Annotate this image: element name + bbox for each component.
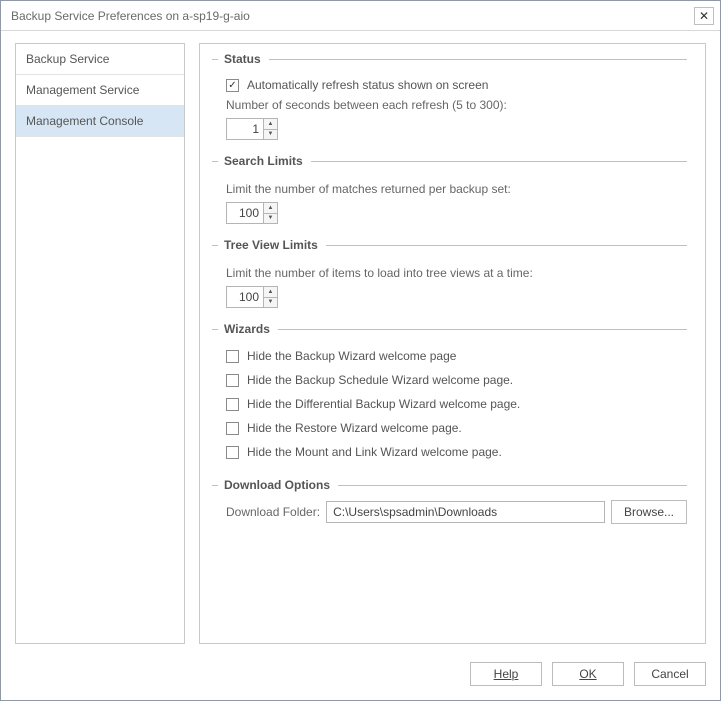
dialog-body: Backup Service Management Service Manage… [1,31,720,652]
window-title: Backup Service Preferences on a-sp19-g-a… [11,9,250,23]
refresh-interval-input[interactable] [227,119,263,139]
refresh-interval-label: Number of seconds between each refresh (… [226,98,687,112]
hide-restore-wizard-label: Hide the Restore Wizard welcome page. [247,421,462,435]
tree-view-limits-desc: Limit the number of items to load into t… [226,266,687,280]
hide-backup-schedule-wizard-checkbox[interactable] [226,374,239,387]
sidebar: Backup Service Management Service Manage… [15,43,185,644]
spinner-down-icon[interactable]: ▼ [264,214,277,224]
group-wizards-title: Wizards [224,322,278,336]
preferences-window: Backup Service Preferences on a-sp19-g-a… [0,0,721,701]
group-download-options: Download Options Download Folder: Browse… [212,478,687,528]
group-search-limits-title: Search Limits [224,154,311,168]
search-limits-input[interactable] [227,203,263,223]
cancel-button[interactable]: Cancel [634,662,706,686]
spinner-down-icon[interactable]: ▼ [264,130,277,140]
sidebar-item-backup-service[interactable]: Backup Service [16,44,184,75]
group-status: Status Automatically refresh status show… [212,52,687,144]
download-folder-label: Download Folder: [226,505,320,519]
group-status-title: Status [224,52,269,66]
close-button[interactable]: ✕ [694,7,714,25]
hide-backup-wizard-checkbox[interactable] [226,350,239,363]
sidebar-item-management-service[interactable]: Management Service [16,75,184,106]
group-tree-view-limits-title: Tree View Limits [224,238,326,252]
refresh-interval-spinner[interactable]: ▲ ▼ [226,118,278,140]
auto-refresh-label: Automatically refresh status shown on sc… [247,78,488,92]
hide-restore-wizard-checkbox[interactable] [226,422,239,435]
hide-backup-schedule-wizard-label: Hide the Backup Schedule Wizard welcome … [247,373,513,387]
close-icon: ✕ [699,10,709,22]
spinner-down-icon[interactable]: ▼ [264,298,277,308]
content-panel: Status Automatically refresh status show… [199,43,706,644]
browse-button[interactable]: Browse... [611,500,687,524]
auto-refresh-checkbox[interactable] [226,79,239,92]
tree-view-limits-spinner[interactable]: ▲ ▼ [226,286,278,308]
ok-button[interactable]: OK [552,662,624,686]
group-tree-view-limits: Tree View Limits Limit the number of ite… [212,238,687,312]
help-button[interactable]: Help [470,662,542,686]
titlebar: Backup Service Preferences on a-sp19-g-a… [1,1,720,31]
hide-mount-link-wizard-checkbox[interactable] [226,446,239,459]
spinner-up-icon[interactable]: ▲ [264,287,277,298]
search-limits-desc: Limit the number of matches returned per… [226,182,687,196]
hide-differential-backup-wizard-label: Hide the Differential Backup Wizard welc… [247,397,520,411]
group-download-options-title: Download Options [224,478,338,492]
hide-mount-link-wizard-label: Hide the Mount and Link Wizard welcome p… [247,445,502,459]
hide-differential-backup-wizard-checkbox[interactable] [226,398,239,411]
download-folder-input[interactable] [326,501,605,523]
spinner-up-icon[interactable]: ▲ [264,203,277,214]
hide-backup-wizard-label: Hide the Backup Wizard welcome page [247,349,456,363]
sidebar-item-management-console[interactable]: Management Console [16,106,184,137]
tree-view-limits-input[interactable] [227,287,263,307]
search-limits-spinner[interactable]: ▲ ▼ [226,202,278,224]
spinner-up-icon[interactable]: ▲ [264,119,277,130]
dialog-footer: Help OK Cancel [1,652,720,700]
group-search-limits: Search Limits Limit the number of matche… [212,154,687,228]
group-wizards: Wizards Hide the Backup Wizard welcome p… [212,322,687,468]
